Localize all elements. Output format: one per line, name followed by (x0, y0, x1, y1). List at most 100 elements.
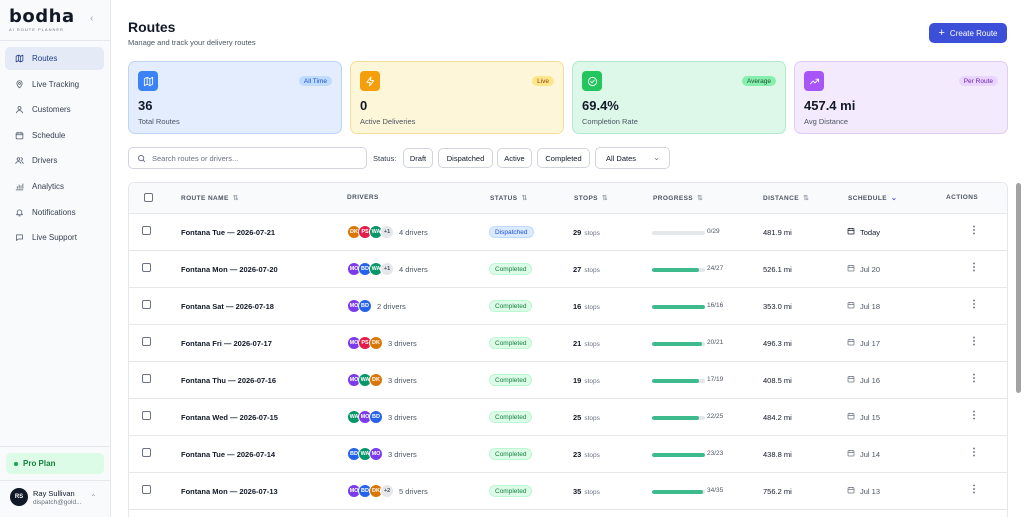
sort-icon: ⇅ (521, 195, 528, 202)
row-checkbox[interactable] (142, 411, 151, 420)
column-header-actions: ACTIONS (946, 194, 979, 201)
row-checkbox[interactable] (142, 337, 151, 346)
search-box[interactable] (128, 147, 367, 169)
route-name[interactable]: Fontana Thu — 2026-07-16 (181, 376, 276, 385)
route-name[interactable]: Fontana Mon — 2026-07-20 (181, 265, 278, 274)
table-row[interactable]: Fontana Mon — 2026-07-13 MO BD DK +2 5 driver… (129, 473, 1007, 510)
column-header-distance[interactable]: DISTANCE ⇅ (763, 194, 810, 203)
driver-avatars: WA MO BD 3 drivers (347, 410, 417, 424)
search-input[interactable] (152, 153, 352, 163)
filter-chip-completed[interactable]: Completed (537, 148, 590, 168)
route-name[interactable]: Fontana Fri — 2026-07-17 (181, 339, 272, 348)
stat-value: 0 (360, 98, 368, 113)
table-row[interactable]: Fontana Tue — 2026-07-21 DK PS WA +1 4 driver… (129, 214, 1007, 251)
progress-fill (652, 453, 705, 457)
create-route-button[interactable]: + Create Route (929, 23, 1007, 43)
collapse-sidebar-chevron-icon[interactable]: ‹ (90, 13, 93, 24)
sidebar-item-customers[interactable]: Customers (5, 98, 104, 121)
driver-avatar: DK (369, 373, 383, 387)
table-row[interactable]: Fontana Mon — 2026-07-20 MO BD WA +1 4 driver… (129, 251, 1007, 288)
progress-bar (652, 231, 705, 235)
progress-fill (652, 490, 704, 494)
row-checkbox[interactable] (142, 226, 151, 235)
logo[interactable]: bodha AI ROUTE PLANNER (9, 8, 75, 33)
user-icon (15, 105, 24, 114)
user-menu[interactable]: RS Ray Sullivan dispatch@gold... (10, 488, 82, 506)
route-name[interactable]: Fontana Wed — 2026-07-15 (181, 413, 278, 422)
stat-card-total-routes: All Time 36 Total Routes (128, 61, 342, 134)
calendar-icon (847, 449, 860, 459)
table-row[interactable]: Fontana Sat — 2026-07-18 MO BD 2 drivers Com… (129, 288, 1007, 325)
table-row[interactable]: Fontana Tue — 2026-07-14 BD WA MO 3 drivers C… (129, 436, 1007, 473)
progress-bar (652, 490, 705, 494)
progress-bar (652, 268, 705, 272)
column-header-status[interactable]: STATUS ⇅ (490, 194, 528, 203)
sidebar-item-label: Customers (32, 105, 71, 115)
stat-label: Completion Rate (582, 117, 638, 126)
row-actions-kebab-icon[interactable]: ⋮ (969, 336, 979, 347)
schedule-date: Jul 18 (847, 301, 880, 311)
stat-value: 457.4 mi (804, 98, 856, 113)
sidebar-item-drivers[interactable]: Drivers (5, 149, 104, 172)
select-all-checkbox[interactable] (144, 193, 153, 202)
chevron-up-icon[interactable]: ⌃ (90, 493, 97, 502)
date-filter-select[interactable]: All Dates ⌄ (595, 147, 670, 169)
route-name[interactable]: Fontana Tue — 2026-07-14 (181, 450, 275, 459)
stat-card-avg-distance: Per Route 457.4 mi Avg Distance (794, 61, 1008, 134)
schedule-date: Today (847, 227, 880, 237)
avatar: RS (10, 488, 28, 506)
row-actions-kebab-icon[interactable]: ⋮ (969, 262, 979, 273)
sidebar-item-notifications[interactable]: Notifications (5, 201, 104, 224)
calendar-icon (847, 264, 860, 274)
sidebar-item-routes[interactable]: Routes (5, 47, 104, 70)
sidebar-nav: Routes Live Tracking Customers Schedule Driv… (5, 47, 104, 252)
schedule-date: Jul 20 (847, 264, 880, 274)
row-actions-kebab-icon[interactable]: ⋮ (969, 225, 979, 236)
progress-text: 20/21 (707, 339, 724, 346)
row-actions-kebab-icon[interactable]: ⋮ (969, 484, 979, 495)
sidebar-item-schedule[interactable]: Schedule (5, 124, 104, 147)
sidebar-item-analytics[interactable]: Analytics (5, 175, 104, 198)
route-name[interactable]: Fontana Sat — 2026-07-18 (181, 302, 274, 311)
column-header-progress[interactable]: PROGRESS ⇅ (653, 194, 703, 203)
row-actions-kebab-icon[interactable]: ⋮ (969, 447, 979, 458)
row-actions-kebab-icon[interactable]: ⋮ (969, 410, 979, 421)
schedule-date: Jul 16 (847, 375, 880, 385)
driver-avatars: MO BD WA +1 4 drivers (347, 262, 428, 276)
stat-value: 69.4% (582, 98, 619, 113)
status-badge: Completed (489, 448, 533, 460)
row-checkbox[interactable] (142, 485, 151, 494)
filter-chip-active[interactable]: Active (497, 148, 532, 168)
scrollbar[interactable] (1016, 183, 1021, 393)
distance-value: 526.1 mi (763, 265, 792, 274)
row-checkbox[interactable] (142, 300, 151, 309)
search-icon (138, 154, 146, 162)
filter-chip-draft[interactable]: Draft (403, 148, 433, 168)
sort-icon: ⇅ (802, 195, 810, 202)
row-checkbox[interactable] (142, 448, 151, 457)
schedule-date: Jul 14 (847, 449, 880, 459)
row-checkbox[interactable] (142, 263, 151, 272)
column-header-stops[interactable]: STOPS ⇅ (574, 194, 608, 203)
row-actions-kebab-icon[interactable]: ⋮ (969, 299, 979, 310)
route-name[interactable]: Fontana Mon — 2026-07-13 (181, 487, 278, 496)
table-row[interactable]: Fontana Fri — 2026-07-17 MO PS DK 3 drivers C… (129, 325, 1007, 362)
column-header-route-name[interactable]: ROUTE NAME ⇅ (181, 194, 239, 203)
row-checkbox[interactable] (142, 374, 151, 383)
row-actions-kebab-icon[interactable]: ⋮ (969, 373, 979, 384)
sidebar-item-live-support[interactable]: Live Support (5, 226, 104, 249)
sidebar-item-label: Routes (32, 54, 58, 63)
driver-count: 3 drivers (388, 375, 417, 385)
driver-avatar: DK (369, 336, 383, 350)
sidebar-item-live-tracking[interactable]: Live Tracking (5, 73, 104, 96)
chevron-down-icon: ⌄ (890, 195, 898, 202)
column-header-schedule[interactable]: SCHEDULE ⌄ (848, 194, 898, 203)
stops-count: 19 stops (573, 376, 600, 385)
map-icon (138, 71, 158, 91)
filter-chip-dispatched[interactable]: Dispatched (438, 148, 493, 168)
route-name[interactable]: Fontana Tue — 2026-07-21 (181, 228, 275, 237)
table-row[interactable]: Fontana Wed — 2026-07-15 WA MO BD 3 drivers C… (129, 399, 1007, 436)
table-row[interactable]: Fontana Thu — 2026-07-16 MO WA DK 3 drivers C… (129, 362, 1007, 399)
calendar-icon (847, 338, 860, 348)
pro-plan-badge[interactable]: Pro Plan (6, 453, 104, 474)
